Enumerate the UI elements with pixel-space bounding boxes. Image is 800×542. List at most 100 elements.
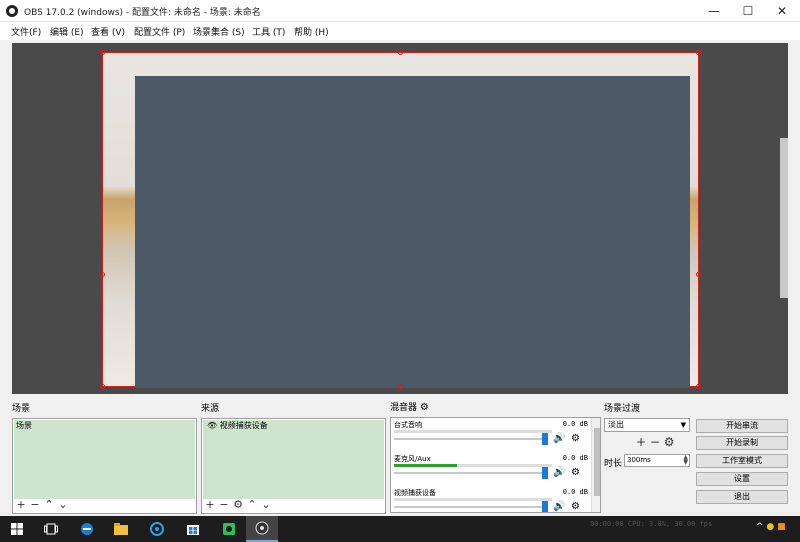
move-down-icon[interactable]: ⌄	[56, 498, 70, 512]
volume-slider-track[interactable]	[394, 506, 542, 508]
duration-field[interactable]: 300ms ▲ ▼	[624, 454, 690, 467]
move-up-icon[interactable]: ⌃	[245, 498, 259, 512]
menu-edit[interactable]: 编辑 (E)	[50, 25, 84, 38]
scenes-panel: 场景 + − ⌃ ⌄	[12, 418, 197, 514]
mixer-title-text: 混音器	[390, 403, 418, 413]
visibility-eye-icon[interactable]: 👁	[207, 421, 217, 430]
spin-arrows-icon[interactable]: ▲ ▼	[683, 455, 688, 466]
minimize-button[interactable]: —	[697, 0, 731, 22]
sources-panel: 👁 视频捕获设备 + − ⚙ ⌃ ⌄	[201, 418, 386, 514]
source-properties-gear-icon[interactable]: ⚙	[231, 498, 245, 512]
source-item-label: 视频捕获设备	[219, 421, 268, 430]
resize-handle[interactable]	[696, 50, 701, 55]
speaker-icon[interactable]: 🔊	[553, 501, 565, 512]
volume-slider-track[interactable]	[394, 438, 542, 440]
scene-item[interactable]: 场景	[14, 420, 195, 432]
duration-value: 300ms	[627, 456, 651, 464]
resize-handle[interactable]	[100, 50, 105, 55]
remove-scene-icon[interactable]: −	[28, 498, 42, 512]
task-view-icon[interactable]	[34, 516, 68, 542]
title-bar: OBS 17.0.2 (windows) - 配置文件: 未命名 - 场景: 未…	[0, 0, 800, 22]
volume-slider-track[interactable]	[394, 472, 542, 474]
remove-transition-icon[interactable]: −	[650, 435, 660, 449]
volume-slider-handle[interactable]	[542, 501, 548, 512]
transition-gear-icon[interactable]: ⚙	[664, 435, 675, 449]
store-icon[interactable]	[176, 516, 210, 542]
mixer-title: 混音器 ⚙	[390, 400, 429, 413]
preview-canvas[interactable]	[12, 43, 788, 394]
evernote-icon[interactable]	[212, 516, 246, 542]
obs-taskbar-icon[interactable]	[246, 516, 278, 542]
transition-select[interactable]: 淡出 ▼	[604, 418, 690, 432]
scenes-toolbar: + − ⌃ ⌄	[14, 498, 70, 512]
resize-handle[interactable]	[398, 50, 403, 55]
volume-slider-handle[interactable]	[542, 467, 548, 479]
mixer-channel-desktop: 台式音响 0.0 dB 🔊 ⚙	[391, 418, 591, 452]
mixer-channel-video-capture: 视频捕获设备 0.0 dB 🔊 ⚙	[391, 486, 591, 512]
transition-selected: 淡出	[608, 420, 624, 429]
dropdown-arrow-icon: ▼	[680, 421, 686, 429]
add-source-icon[interactable]: +	[203, 498, 217, 512]
channel-gear-icon[interactable]: ⚙	[571, 433, 580, 445]
channel-gear-icon[interactable]: ⚙	[571, 467, 580, 479]
menu-scene-collection[interactable]: 场景集合 (S)	[193, 25, 245, 38]
sources-toolbar: + − ⚙ ⌃ ⌄	[203, 498, 273, 512]
maximize-button[interactable]: ☐	[731, 0, 765, 22]
meter-level	[394, 464, 458, 467]
settings-button[interactable]: 设置	[696, 472, 788, 486]
studio-mode-button[interactable]: 工作室模式	[696, 454, 788, 468]
mixer-panel: 台式音响 0.0 dB 🔊 ⚙ 麦克风/Aux 0.0 dB 🔊 ⚙ 视频捕获设…	[390, 417, 601, 513]
resize-handle[interactable]	[398, 384, 403, 389]
close-button[interactable]: ✕	[765, 0, 799, 22]
obs-logo-icon	[6, 5, 18, 17]
resize-handle[interactable]	[100, 384, 105, 389]
menu-help[interactable]: 帮助 (H)	[294, 25, 329, 38]
start-recording-button[interactable]: 开始录制	[696, 436, 788, 450]
resize-handle[interactable]	[100, 272, 105, 277]
speaker-icon[interactable]: 🔊	[553, 467, 565, 479]
mixer-gear-icon[interactable]: ⚙	[420, 402, 429, 413]
channel-name: 台式音响	[394, 421, 422, 429]
move-up-icon[interactable]: ⌃	[42, 498, 56, 512]
status-bar: 00:00:00 CPU: 3.0%, 30.00 fps	[590, 520, 713, 528]
scrollbar-thumb[interactable]	[594, 428, 600, 496]
move-down-icon[interactable]: ⌄	[259, 498, 273, 512]
remove-source-icon[interactable]: −	[217, 498, 231, 512]
volume-meter	[394, 464, 552, 467]
channel-name: 麦克风/Aux	[394, 455, 431, 463]
mixer-scrollbar[interactable]	[591, 418, 600, 512]
speaker-icon[interactable]: 🔊	[553, 433, 565, 445]
menu-profile[interactable]: 配置文件 (P)	[134, 25, 185, 38]
mixer-channel-mic: 麦克风/Aux 0.0 dB 🔊 ⚙	[391, 452, 591, 486]
resize-handle[interactable]	[696, 384, 701, 389]
volume-slider-handle[interactable]	[542, 433, 548, 445]
menu-view[interactable]: 查看 (V)	[91, 25, 125, 38]
menu-file[interactable]: 文件(F)	[11, 25, 41, 38]
channel-gear-icon[interactable]: ⚙	[571, 501, 580, 512]
scenes-title: 场景	[12, 404, 31, 414]
exit-button[interactable]: 退出	[696, 490, 788, 504]
add-transition-icon[interactable]: +	[636, 435, 646, 449]
transitions-title: 场景过渡	[604, 404, 641, 414]
menu-bar: 文件(F) 编辑 (E) 查看 (V) 配置文件 (P) 场景集合 (S) 工具…	[0, 22, 800, 40]
browser-app-icon[interactable]	[140, 516, 174, 542]
start-streaming-button[interactable]: 开始串流	[696, 419, 788, 433]
file-explorer-icon[interactable]	[104, 516, 138, 542]
camera-source-frame[interactable]	[102, 52, 699, 388]
source-list-area[interactable]	[203, 432, 384, 499]
add-scene-icon[interactable]: +	[14, 498, 28, 512]
sources-title: 来源	[201, 404, 220, 414]
scene-list-area[interactable]	[14, 432, 195, 499]
resize-handle[interactable]	[696, 272, 701, 277]
source-item[interactable]: 👁 视频捕获设备	[203, 420, 384, 432]
volume-meter	[394, 498, 552, 501]
channel-db: 0.0 dB	[562, 454, 588, 462]
window-title: OBS 17.0.2 (windows) - 配置文件: 未命名 - 场景: 未…	[24, 8, 261, 18]
video-capture-overlay	[135, 76, 690, 388]
edge-browser-icon[interactable]	[70, 516, 104, 542]
channel-name: 视频捕获设备	[394, 489, 436, 497]
transition-toolbar: + − ⚙	[636, 434, 675, 450]
side-window-edge	[780, 138, 788, 298]
windows-start-icon[interactable]	[0, 516, 34, 542]
menu-tools[interactable]: 工具 (T)	[252, 25, 285, 38]
